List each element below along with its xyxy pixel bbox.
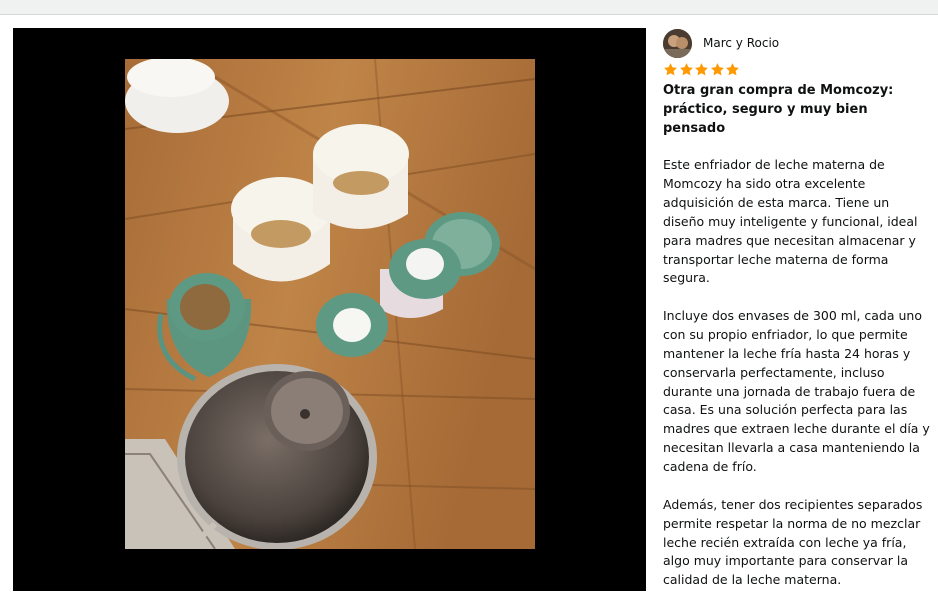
star-icon bbox=[695, 63, 708, 76]
star-icon bbox=[726, 63, 739, 76]
star-icon bbox=[679, 63, 693, 76]
review-paragraph: Además, tener dos recipientes separados … bbox=[663, 496, 923, 588]
star-icon bbox=[710, 63, 724, 76]
review-paragraph: Incluye dos envases de 300 ml, cada uno … bbox=[663, 307, 930, 475]
reviewer-avatar[interactable] bbox=[663, 28, 692, 58]
image-viewer[interactable] bbox=[13, 28, 646, 591]
reviewer-profile[interactable]: Marc y Rocio bbox=[663, 28, 931, 58]
star-icon bbox=[664, 63, 677, 76]
review-photo[interactable] bbox=[125, 59, 535, 549]
browser-top-bar bbox=[0, 0, 938, 15]
star-rating[interactable] bbox=[663, 62, 931, 79]
review-paragraph: Este enfriador de leche materna de Momco… bbox=[663, 157, 918, 286]
review-panel: Marc y Rocio Otra gran compra de Momcozy… bbox=[663, 28, 931, 609]
reviewer-name[interactable]: Marc y Rocio bbox=[703, 36, 779, 50]
review-body: Este enfriador de leche materna de Momco… bbox=[663, 156, 931, 590]
review-title[interactable]: Otra gran compra de Momcozy: práctico, s… bbox=[663, 81, 931, 138]
